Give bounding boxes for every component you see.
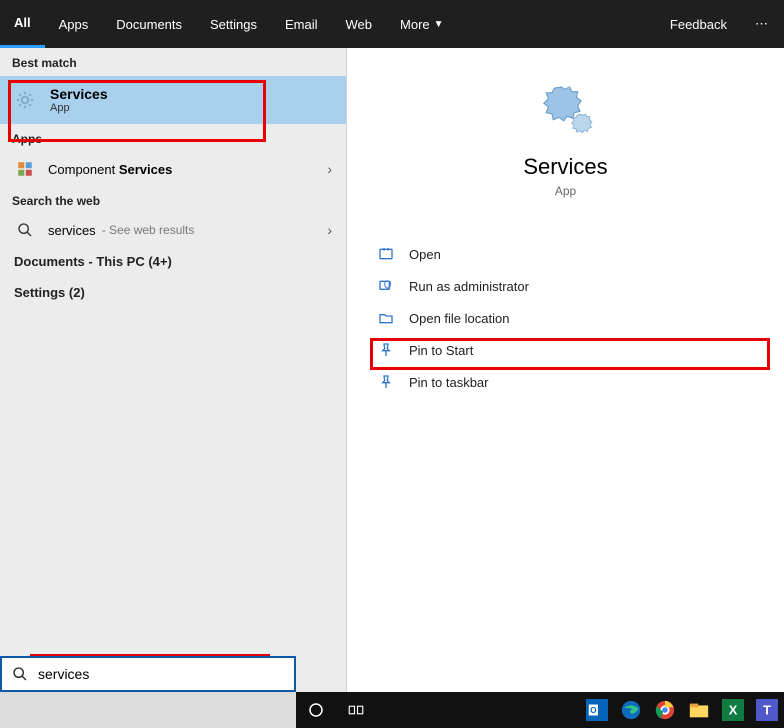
action-pin-start[interactable]: Pin to Start — [347, 334, 784, 366]
pin-icon — [375, 374, 397, 390]
gear-icon-large — [536, 78, 596, 138]
best-match-title: Services — [50, 86, 108, 102]
results-panel: Best match Services App Apps Component S… — [0, 48, 346, 692]
apps-result-component-services[interactable]: Component Services › — [0, 152, 346, 186]
more-options-icon[interactable]: ⋯ — [741, 0, 784, 48]
taskbar-app-edge[interactable] — [614, 692, 648, 728]
svg-text:X: X — [729, 703, 738, 718]
web-result-suffix: - See web results — [102, 223, 195, 237]
tab-more[interactable]: More▼ — [386, 0, 458, 48]
action-open-label: Open — [409, 247, 441, 262]
cortana-button[interactable] — [296, 692, 336, 728]
svg-text:O: O — [590, 706, 597, 715]
apps-header: Apps — [0, 124, 346, 152]
task-view-button[interactable] — [336, 692, 376, 728]
detail-title: Services — [523, 154, 607, 180]
action-open-location[interactable]: Open file location — [347, 302, 784, 334]
taskbar-app-excel[interactable]: X — [716, 692, 750, 728]
taskbar-app-chrome[interactable] — [648, 692, 682, 728]
best-match-result[interactable]: Services App — [0, 76, 346, 124]
detail-subtitle: App — [555, 184, 576, 198]
taskbar-left — [0, 692, 296, 728]
folder-icon — [375, 310, 397, 326]
tab-documents[interactable]: Documents — [102, 0, 196, 48]
svg-text:T: T — [763, 703, 771, 718]
action-open-location-label: Open file location — [409, 311, 509, 326]
action-run-admin[interactable]: Run as administrator — [347, 270, 784, 302]
chevron-right-icon: › — [327, 161, 332, 177]
action-pin-taskbar-label: Pin to taskbar — [409, 375, 489, 390]
tab-apps[interactable]: Apps — [45, 0, 103, 48]
filter-tabs: All Apps Documents Settings Email Web Mo… — [0, 0, 784, 48]
search-web-header: Search the web — [0, 186, 346, 214]
apps-result-label: Component Services — [48, 162, 327, 177]
best-match-subtitle: App — [50, 102, 108, 114]
action-run-admin-label: Run as administrator — [409, 279, 529, 294]
detail-panel: Services App Open Run as administrator O… — [346, 48, 784, 692]
taskbar: O X T — [296, 692, 784, 728]
tab-all[interactable]: All — [0, 0, 45, 48]
feedback-link[interactable]: Feedback — [656, 0, 741, 48]
best-match-header: Best match — [0, 48, 346, 76]
search-input[interactable] — [38, 666, 294, 682]
tab-settings[interactable]: Settings — [196, 0, 271, 48]
web-result[interactable]: services - See web results › — [0, 214, 346, 246]
tab-email[interactable]: Email — [271, 0, 332, 48]
action-list: Open Run as administrator Open file loca… — [347, 228, 784, 408]
action-pin-start-label: Pin to Start — [409, 343, 473, 358]
chevron-down-icon: ▼ — [434, 19, 444, 30]
action-open[interactable]: Open — [347, 238, 784, 270]
documents-header[interactable]: Documents - This PC (4+) — [0, 246, 346, 277]
tab-web[interactable]: Web — [332, 0, 387, 48]
taskbar-app-teams[interactable]: T — [750, 692, 784, 728]
component-services-icon — [14, 160, 36, 178]
admin-icon — [375, 278, 397, 294]
taskbar-app-explorer[interactable] — [682, 692, 716, 728]
open-icon — [375, 246, 397, 262]
taskbar-app-outlook[interactable]: O — [580, 692, 614, 728]
gear-icon — [14, 89, 36, 111]
chevron-right-icon: › — [327, 222, 332, 238]
search-icon — [14, 222, 36, 238]
search-bar — [0, 656, 296, 692]
action-pin-taskbar[interactable]: Pin to taskbar — [347, 366, 784, 398]
web-result-query: services — [48, 223, 96, 238]
pin-icon — [375, 342, 397, 358]
search-icon — [2, 666, 38, 682]
settings-header[interactable]: Settings (2) — [0, 277, 346, 308]
